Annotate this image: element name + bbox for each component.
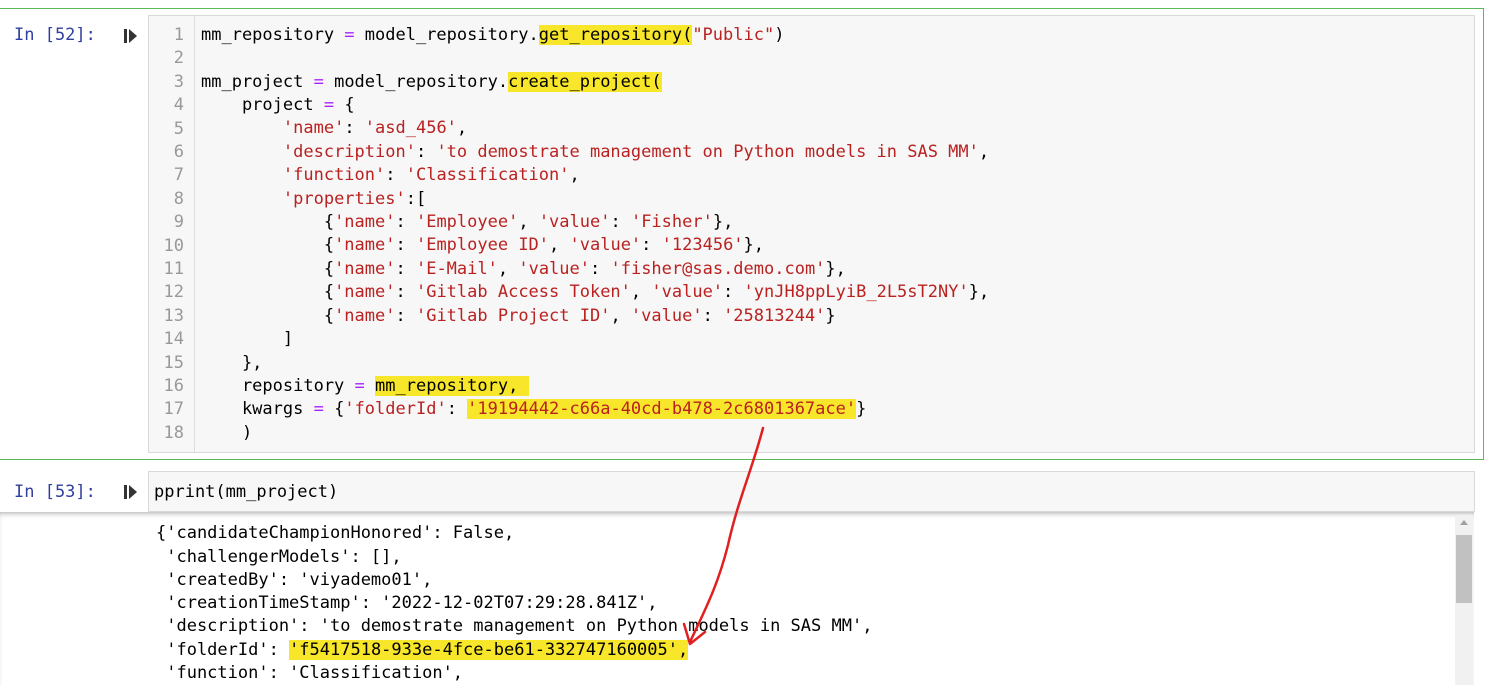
scroll-thumb[interactable]: [1456, 535, 1472, 603]
output-line-folder-id: 'folderId': 'f5417518-933e-4fce-be61-332…: [156, 640, 689, 660]
code-line-1: mm_repository = model_repository.get_rep…: [201, 25, 785, 45]
run-cell-icon[interactable]: [124, 28, 138, 44]
line-number: 2: [173, 48, 184, 69]
output-scrollbar[interactable]: [1455, 515, 1473, 685]
code-line-4: project = {: [201, 95, 355, 115]
cell-output: {'candidateChampionHonored': False, 'cha…: [0, 512, 1474, 685]
code-line-15: },: [201, 353, 263, 373]
code-line-14: ]: [201, 329, 294, 349]
code-line-1: pprint(mm_project): [154, 482, 339, 502]
code-line-6: 'description': 'to demostrate management…: [282, 142, 990, 162]
line-number: 15: [163, 352, 184, 373]
code-line-11: {'name': 'E-Mail', 'value': 'fisher@sas.…: [201, 259, 846, 279]
code-editor[interactable]: pprint(mm_project): [148, 471, 1475, 512]
output-line: 'function': 'Classification',: [156, 663, 464, 683]
line-number-gutter: 1 2 3 4 5 6 7 8 9 10 11 12 13 14 15 16 17 18: [149, 16, 195, 452]
line-number: 5: [173, 118, 184, 139]
code-line-17: kwargs = {'folderId': '19194442-c66a-40c…: [201, 399, 867, 419]
run-cell-icon[interactable]: [124, 484, 138, 500]
code-line-16: repository = mm_repository,: [201, 376, 529, 396]
cell-prompt: In [53]:: [14, 482, 96, 502]
line-number: 6: [173, 142, 184, 162]
code-line-5: 'name': 'asd_456',: [282, 118, 468, 138]
code-line-3: mm_project = model_repository.create_pro…: [201, 72, 662, 92]
code-line-8: 'properties':[: [282, 189, 427, 209]
line-number: 14: [163, 329, 184, 350]
line-number: 17: [163, 399, 184, 420]
highlight-create-project: create_project(: [508, 72, 662, 92]
output-line: 'challengerModels': [],: [156, 547, 402, 567]
highlight-mm-repository: mm_repository,: [375, 376, 529, 396]
code-line-9: {'name': 'Employee', 'value': 'Fisher'},: [201, 212, 734, 232]
output-line: 'createdBy': 'viyademo01',: [156, 570, 433, 590]
highlight-folder-id-input: '19194442-c66a-40cd-b478-2c6801367ace': [467, 399, 857, 419]
line-number: 13: [163, 305, 184, 326]
scroll-up-arrow-icon[interactable]: [1455, 515, 1473, 531]
code-line-18: ): [201, 423, 253, 443]
code-line-13: {'name': 'Gitlab Project ID', 'value': '…: [201, 306, 836, 326]
line-number: 9: [173, 212, 184, 233]
highlight-folder-id-output: 'f5417518-933e-4fce-be61-332747160005',: [289, 640, 689, 660]
code-line-7: 'function': 'Classification',: [282, 165, 580, 185]
line-number: 1: [173, 25, 184, 45]
line-number: 12: [163, 282, 184, 303]
highlight-get-repository: get_repository(: [538, 25, 693, 45]
output-line: {'candidateChampionHonored': False,: [156, 523, 515, 543]
line-number: 3: [173, 71, 184, 92]
line-number: 18: [163, 422, 184, 443]
line-number: 8: [173, 188, 184, 209]
output-line: 'description': 'to demostrate management…: [156, 616, 873, 636]
line-number: 7: [173, 165, 184, 186]
code-editor[interactable]: 1 2 3 4 5 6 7 8 9 10 11 12 13 14 15 16 17 18 mm_repositor…: [148, 15, 1475, 453]
line-number: 11: [163, 259, 184, 279]
code-line-10: {'name': 'Employee ID', 'value': '123456…: [201, 235, 765, 255]
code-line-12: {'name': 'Gitlab Access Token', 'value':…: [201, 282, 990, 302]
cell-prompt: In [52]:: [14, 25, 96, 45]
line-number: 16: [163, 376, 184, 396]
line-number: 10: [163, 235, 184, 256]
output-line: 'creationTimeStamp': '2022-12-02T07:29:2…: [156, 593, 658, 613]
line-number: 4: [173, 95, 184, 116]
